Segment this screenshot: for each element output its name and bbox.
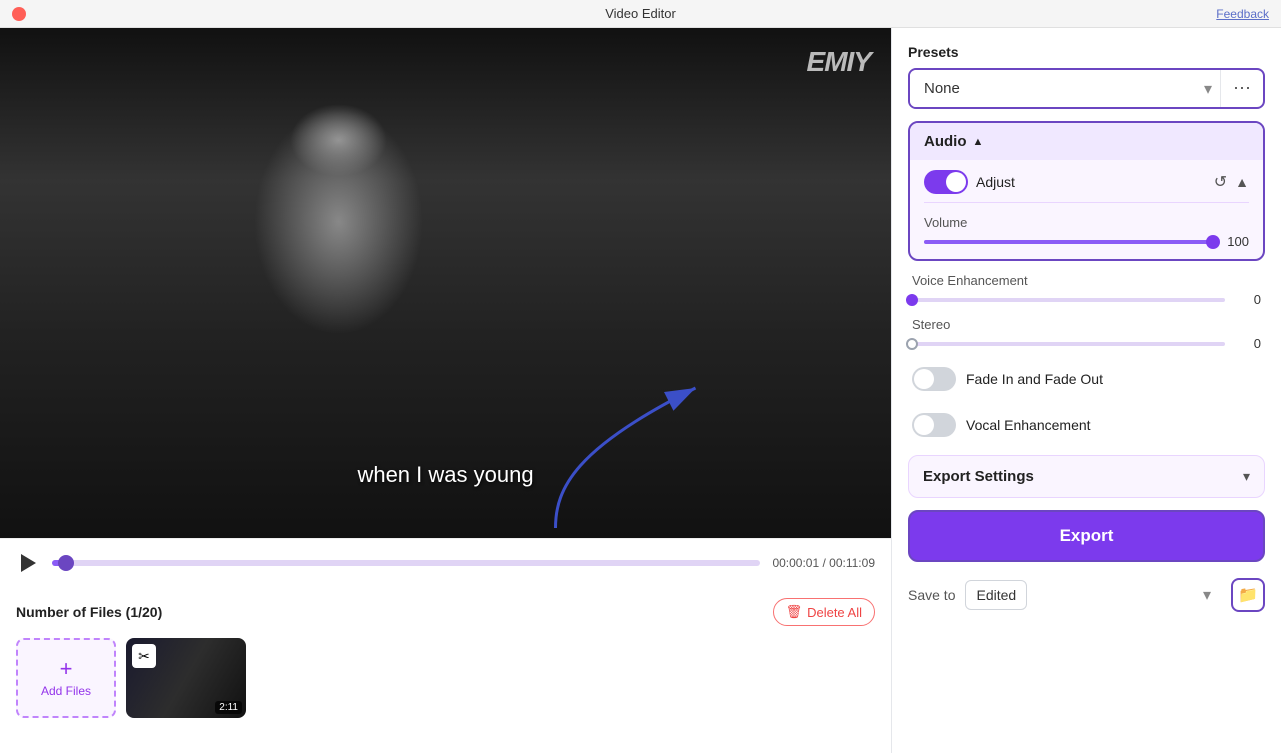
presets-label: Presets [908, 44, 1265, 60]
audio-section: Audio ▲ Adjust ↺ ▲ [908, 121, 1265, 261]
presets-chevron-icon: ▾ [1196, 79, 1220, 99]
video-container: EMIY when I was young [0, 28, 891, 538]
file-thumbnails: + Add Files ✂ 2:11 [16, 638, 875, 718]
volume-slider-fill [924, 240, 1213, 244]
save-to-label: Save to [908, 587, 955, 603]
vocal-toggle-row: Vocal Enhancement [912, 407, 1261, 443]
stereo-slider-control: 0 [912, 336, 1261, 351]
volume-slider-control: 100 [924, 234, 1249, 249]
extra-controls: Voice Enhancement 0 Stereo 0 [908, 273, 1265, 443]
save-to-row: Save to Edited ▾ 📁 [908, 574, 1265, 616]
main-content: EMIY when I was young [0, 28, 1281, 753]
total-time: 00:11:09 [829, 556, 875, 570]
fade-label: Fade In and Fade Out [966, 371, 1103, 387]
volume-slider-track[interactable] [924, 240, 1213, 244]
add-plus-icon: + [60, 658, 73, 680]
progress-thumb[interactable] [58, 555, 74, 571]
play-button[interactable] [16, 551, 40, 575]
vocal-label: Vocal Enhancement [966, 417, 1091, 433]
file-section: Number of Files (1/20) 🗑 Delete All + Ad… [0, 586, 891, 753]
stereo-row: Stereo 0 [912, 317, 1261, 351]
feedback-link[interactable]: Feedback [1216, 7, 1269, 21]
stereo-slider-thumb[interactable] [906, 338, 918, 350]
presets-section: Presets None Preset 1 Preset 2 ▾ ⋯ [908, 44, 1265, 109]
stereo-slider-track[interactable] [912, 342, 1225, 346]
audio-reset-button[interactable]: ↺ [1214, 172, 1227, 192]
right-panel: Presets None Preset 1 Preset 2 ▾ ⋯ Audio… [891, 28, 1281, 753]
top-bar: Video Editor Feedback [0, 0, 1281, 28]
stereo-label: Stereo [912, 317, 1261, 332]
audio-chevron-up-icon: ▲ [973, 136, 984, 148]
thumbnail-duration: 2:11 [215, 701, 242, 714]
audio-adjust-row: Adjust ↺ ▲ [924, 170, 1249, 203]
adjust-toggle[interactable] [924, 170, 968, 194]
delete-all-button[interactable]: 🗑 Delete All [773, 598, 875, 626]
stereo-value: 0 [1233, 336, 1261, 351]
add-files-button[interactable]: + Add Files [16, 638, 116, 718]
add-files-label: Add Files [41, 684, 91, 698]
toggle-knob [946, 172, 966, 192]
video-subtitle: when I was young [357, 462, 533, 488]
presets-more-button[interactable]: ⋯ [1220, 70, 1263, 107]
adjust-label: Adjust [976, 174, 1015, 190]
audio-label: Audio [924, 133, 967, 150]
trash-icon: 🗑 [786, 604, 803, 620]
current-time: 00:00:01 [772, 556, 819, 570]
vocal-toggle-knob [914, 415, 934, 435]
voice-value: 0 [1233, 292, 1261, 307]
presets-select[interactable]: None Preset 1 Preset 2 [910, 70, 1196, 107]
save-to-dropdown[interactable]: Edited [965, 580, 1027, 610]
audio-collapse-button[interactable]: ▲ [1235, 174, 1249, 190]
video-watermark: EMIY [807, 46, 871, 78]
file-thumbnail[interactable]: ✂ 2:11 [126, 638, 246, 718]
vocal-toggle[interactable] [912, 413, 956, 437]
left-panel: EMIY when I was young [0, 28, 891, 753]
export-settings-section[interactable]: Export Settings ▾ [908, 455, 1265, 498]
time-display: 00:00:01 / 00:11:09 [772, 556, 875, 570]
app-title: Video Editor [605, 6, 676, 21]
volume-value: 100 [1221, 234, 1249, 249]
video-controls: 00:00:01 / 00:11:09 [0, 538, 891, 586]
traffic-light-close[interactable] [12, 7, 26, 21]
presets-dropdown-wrapper: None Preset 1 Preset 2 ▾ ⋯ [908, 68, 1265, 109]
volume-label: Volume [924, 215, 1249, 230]
fade-toggle-row: Fade In and Fade Out [912, 361, 1261, 397]
audio-title: Audio ▲ [924, 133, 983, 150]
voice-slider-thumb[interactable] [906, 294, 918, 306]
fade-toggle[interactable] [912, 367, 956, 391]
voice-slider-control: 0 [912, 292, 1261, 307]
voice-enhancement-row: Voice Enhancement 0 [912, 273, 1261, 307]
export-settings-title: Export Settings [923, 468, 1034, 485]
audio-body: Adjust ↺ ▲ Volume 100 [910, 160, 1263, 259]
scissors-icon: ✂ [132, 644, 156, 668]
folder-icon: 📁 [1238, 585, 1258, 605]
voice-slider-track[interactable] [912, 298, 1225, 302]
volume-slider-row: Volume 100 [924, 215, 1249, 249]
export-settings-chevron-icon: ▾ [1243, 468, 1250, 485]
export-settings-header[interactable]: Export Settings ▾ [923, 468, 1250, 485]
export-button[interactable]: Export [908, 510, 1265, 562]
file-section-header: Number of Files (1/20) 🗑 Delete All [16, 598, 875, 626]
video-background: EMIY when I was young [0, 28, 891, 538]
save-to-chevron-icon: ▾ [1203, 585, 1211, 605]
audio-header: Audio ▲ [910, 123, 1263, 160]
delete-all-label: Delete All [807, 605, 862, 620]
file-count: Number of Files (1/20) [16, 604, 162, 620]
play-icon [21, 554, 36, 572]
volume-slider-thumb[interactable] [1206, 235, 1220, 249]
progress-bar[interactable] [52, 560, 760, 566]
fade-toggle-knob [914, 369, 934, 389]
voice-enhancement-label: Voice Enhancement [912, 273, 1261, 288]
save-to-folder-button[interactable]: 📁 [1231, 578, 1265, 612]
